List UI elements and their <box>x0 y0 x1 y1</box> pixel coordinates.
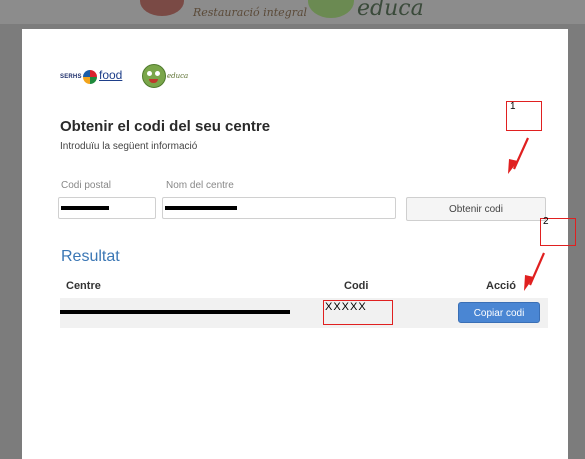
background-brand-text: Restauració integral <box>193 6 308 19</box>
code-cell: XXXXX <box>325 301 367 313</box>
background-educa-text: educa <box>357 0 424 21</box>
mascot-mouth-icon <box>149 79 158 83</box>
page-title: Obtenir el codi del seu centre <box>60 118 271 135</box>
table-row: XXXXX Copiar codi <box>60 298 548 328</box>
step-1-arrow-icon <box>508 137 530 174</box>
column-header-centre: Centre <box>66 280 101 292</box>
background-logo-icon <box>140 0 184 16</box>
step-2-arrow-icon <box>524 252 546 291</box>
centre-name-label: Nom del centre <box>166 180 234 191</box>
redaction-mark <box>165 206 237 210</box>
postal-code-input[interactable] <box>58 197 156 219</box>
step-1-number: 1 <box>510 101 516 112</box>
page-subtitle: Introduïu la següent informació <box>60 141 198 152</box>
serhs-logo-text: SERHS <box>60 74 82 80</box>
background-mascot-icon <box>308 0 354 18</box>
flower-logo-icon <box>83 70 97 84</box>
centre-name-input[interactable] <box>162 197 396 219</box>
postal-code-label: Codi postal <box>61 180 112 191</box>
copy-code-button[interactable]: Copiar codi <box>458 302 540 323</box>
redaction-mark <box>60 310 290 314</box>
background-header: Restauració integral educa <box>0 0 585 24</box>
results-title: Resultat <box>61 248 120 265</box>
get-code-button[interactable]: Obtenir codi <box>406 197 546 221</box>
mascot-eye-icon <box>147 71 152 76</box>
column-header-action: Acció <box>486 280 516 292</box>
food-logo-text: food <box>99 68 123 82</box>
redaction-mark <box>61 206 109 210</box>
educa-logo-text: educa <box>167 72 189 80</box>
mascot-eye-icon <box>155 71 160 76</box>
get-code-modal <box>22 29 568 459</box>
step-2-number: 2 <box>543 216 549 227</box>
column-header-code: Codi <box>344 280 369 292</box>
mascot-logo-icon <box>142 64 166 88</box>
